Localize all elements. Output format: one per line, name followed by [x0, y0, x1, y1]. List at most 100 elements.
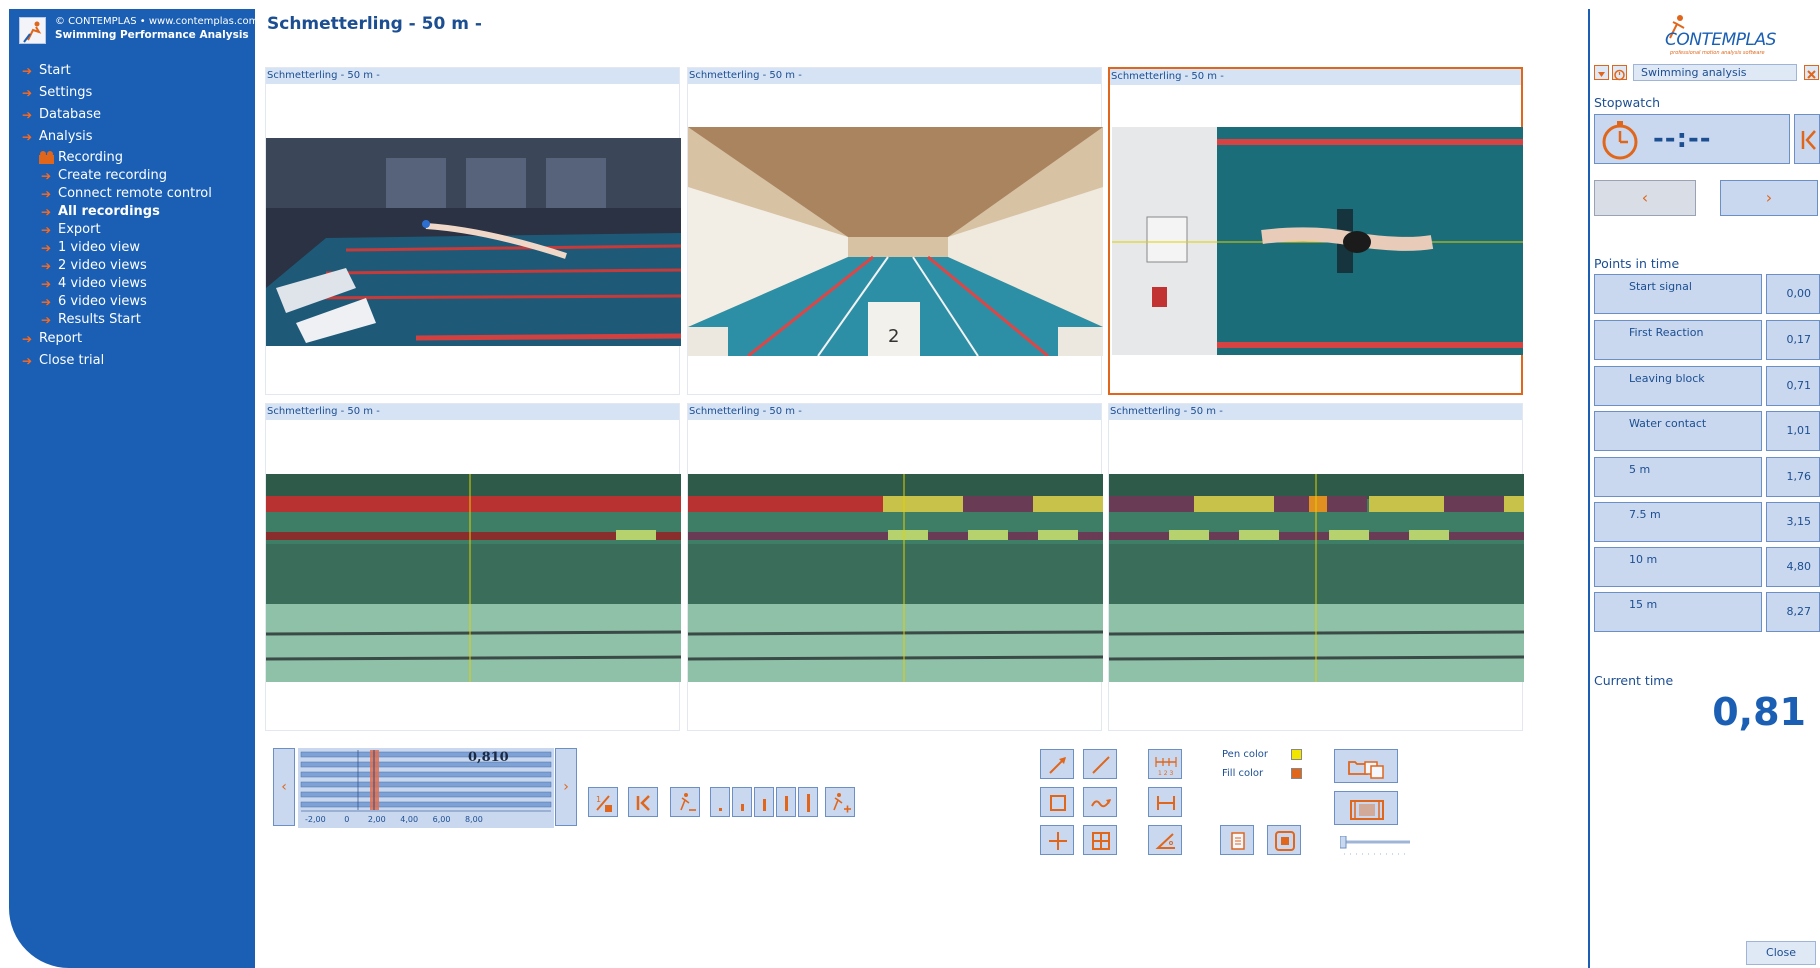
sidebar-item-close-trial[interactable]: ➔ Close trial [10, 352, 250, 374]
sidebar-item-label: Recording [58, 150, 124, 165]
angle-tool-button[interactable] [1148, 825, 1182, 855]
video-panel-1[interactable]: Schmetterling - 50 m - [265, 67, 681, 395]
sidebar-item-database[interactable]: ➔ Database [10, 106, 250, 128]
points-in-time-heading: Points in time [1594, 256, 1680, 271]
current-time-heading: Current time [1594, 673, 1674, 688]
sidebar-item-1-video-view[interactable]: ➔ 1 video view [10, 240, 250, 258]
video-frame[interactable] [1110, 127, 1525, 355]
distance-tool-button[interactable] [1148, 787, 1182, 817]
point-in-time-button[interactable]: 7.5 m [1594, 502, 1762, 542]
right-panel-toolbar: Swimming analysis [1594, 64, 1820, 82]
tab-swimming-analysis[interactable]: Swimming analysis [1633, 64, 1797, 81]
timeline-prev-button[interactable]: ‹ [273, 748, 295, 826]
sidebar-item-analysis[interactable]: ➔ Analysis [10, 128, 250, 150]
go-to-start-button[interactable] [628, 787, 658, 817]
grid-tool-button[interactable] [1083, 825, 1117, 855]
point-in-time-button[interactable]: 10 m [1594, 547, 1762, 587]
freehand-tool-button[interactable] [1083, 787, 1117, 817]
notes-button[interactable] [1220, 825, 1254, 855]
timeline-track[interactable]: 0,810 -2,00 0 2,00 4,00 6,00 8,00 [298, 748, 554, 828]
measure-scale-button[interactable]: 1 2 3 [1148, 749, 1182, 779]
stopwatch-reset-button[interactable] [1794, 114, 1820, 164]
previous-point-button[interactable]: ‹ [1594, 180, 1696, 216]
sidebar-item-create-recording[interactable]: ➔ Create recording [10, 168, 250, 186]
video-panel-4[interactable]: Schmetterling - 50 m - [265, 403, 681, 731]
sidebar-item-label: Settings [39, 85, 93, 100]
video-panel-2[interactable]: Schmetterling - 50 m - 2 [687, 67, 1103, 395]
point-in-time-value: 0,71 [1766, 366, 1820, 406]
current-time-value: 0,81 [1712, 690, 1806, 734]
arrow-tool-button[interactable] [1040, 749, 1074, 779]
sidebar-item-connect-remote[interactable]: ➔ Connect remote control [10, 186, 250, 204]
step-size-3-button[interactable] [754, 787, 774, 817]
sidebar-item-4-video-views[interactable]: ➔ 4 video views [10, 276, 250, 294]
step-size-5-button[interactable] [798, 787, 818, 817]
point-in-time-button[interactable]: 15 m [1594, 592, 1762, 632]
open-overlay-button[interactable] [1334, 749, 1398, 783]
swimmer-plus-button[interactable] [825, 787, 855, 817]
video-panel-label: Schmetterling - 50 m - [1109, 404, 1522, 420]
line-tool-button[interactable] [1083, 749, 1117, 779]
main-area: Schmetterling - 50 m - Schmetterling - 5… [255, 0, 1588, 968]
sidebar-item-settings[interactable]: ➔ Settings [10, 84, 250, 106]
point-in-time-value: 0,17 [1766, 320, 1820, 360]
sidebar-item-label: 1 video view [58, 240, 140, 255]
video-panel-3[interactable]: Schmetterling - 50 m - [1108, 67, 1523, 395]
swimmer-minus-button[interactable] [670, 787, 700, 817]
video-panel-5[interactable]: Schmetterling - 50 m - [687, 403, 1103, 731]
point-in-time-row: Leaving block 0,71 [1594, 366, 1820, 406]
video-frame[interactable] [266, 138, 681, 346]
sidebar-item-all-recordings[interactable]: ➔ All recordings [10, 204, 250, 222]
point-in-time-button[interactable]: Leaving block [1594, 366, 1762, 406]
step-size-1-button[interactable] [710, 787, 730, 817]
logo-text: CONTEMPLAS [1665, 30, 1776, 50]
plus-icon [1049, 832, 1067, 850]
right-panel-divider [1588, 9, 1590, 968]
snapshot-button[interactable] [1267, 825, 1301, 855]
tick-label: 8,00 [464, 815, 483, 824]
distance-icon [1157, 796, 1175, 810]
video-frame[interactable]: 2 [688, 127, 1103, 356]
sidebar-item-6-video-views[interactable]: ➔ 6 video views [10, 294, 250, 312]
rectangle-tool-button[interactable] [1040, 787, 1074, 817]
stopwatch-display[interactable]: --:-- [1594, 114, 1790, 164]
close-button[interactable]: Close [1746, 941, 1816, 965]
ruler-icon: 1 2 3 [1155, 757, 1177, 777]
fill-color-swatch[interactable] [1291, 768, 1302, 779]
opacity-slider[interactable] [1339, 835, 1412, 858]
slow-motion-button[interactable]: 1 [588, 787, 618, 817]
pen-color-swatch[interactable] [1291, 749, 1302, 760]
step-size-4-button[interactable] [776, 787, 796, 817]
sidebar-nav: ➔ Start ➔ Settings ➔ Database ➔ Analysis… [10, 62, 250, 374]
sidebar-item-start[interactable]: ➔ Start [10, 62, 250, 84]
angle-icon [1155, 833, 1175, 849]
sidebar-item-report[interactable]: ➔ Report [10, 330, 250, 352]
step-size-2-button[interactable] [732, 787, 752, 817]
swimmer-logo-icon [19, 17, 46, 44]
point-in-time-button[interactable]: 5 m [1594, 457, 1762, 497]
point-in-time-button[interactable]: First Reaction [1594, 320, 1762, 360]
point-in-time-button[interactable]: Start signal [1594, 274, 1762, 314]
point-in-time-button[interactable]: Water contact [1594, 411, 1762, 451]
video-frame[interactable] [1109, 474, 1524, 682]
sidebar-item-results-start[interactable]: ➔ Results Start [10, 312, 250, 330]
timeline-next-button[interactable]: › [555, 748, 577, 826]
collapse-button[interactable] [1594, 65, 1609, 80]
filmstrip-button[interactable] [1334, 791, 1398, 825]
stopwatch-small-button[interactable] [1612, 65, 1627, 81]
arrow-right-icon: ➔ [41, 223, 52, 237]
video-panel-label: Schmetterling - 50 m - [266, 68, 679, 84]
close-panel-button[interactable] [1804, 65, 1819, 80]
video-frame[interactable] [688, 474, 1103, 682]
sidebar-item-export[interactable]: ➔ Export [10, 222, 250, 240]
brand-header: © CONTEMPLAS • www.contemplas.com Swimmi… [10, 8, 258, 53]
video-frame[interactable] [266, 474, 681, 682]
filmstrip-icon [1350, 800, 1384, 820]
sidebar-item-2-video-views[interactable]: ➔ 2 video views [10, 258, 250, 276]
video-panel-6[interactable]: Schmetterling - 50 m - [1108, 403, 1524, 731]
next-point-button[interactable]: › [1720, 180, 1818, 216]
sidebar-item-recording[interactable]: Recording [10, 150, 250, 168]
point-in-time-value: 0,00 [1766, 274, 1820, 314]
crosshair-tool-button[interactable] [1040, 825, 1074, 855]
point-in-time-row: 10 m 4,80 [1594, 547, 1820, 587]
